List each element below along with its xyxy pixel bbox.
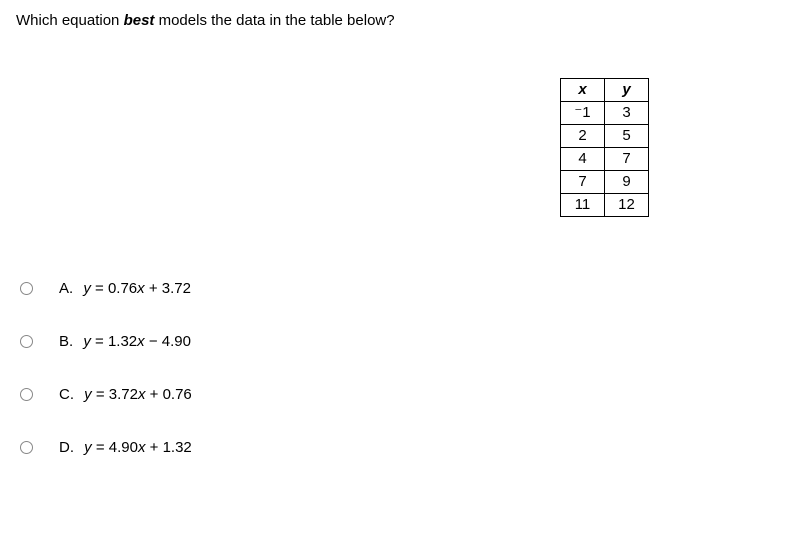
options-group: A. y = 0.76x + 3.72 B. y = 1.32x − 4.90 … <box>20 280 192 492</box>
option-d[interactable]: D. y = 4.90x + 1.32 <box>20 439 192 456</box>
equation: y = 3.72x + 0.76 <box>84 386 192 403</box>
cell-x: ⁻1 <box>561 102 605 125</box>
header-x: x <box>561 79 605 102</box>
radio-icon[interactable] <box>20 441 33 454</box>
option-a[interactable]: A. y = 0.76x + 3.72 <box>20 280 192 297</box>
option-letter: C. <box>59 386 74 403</box>
option-letter: D. <box>59 439 74 456</box>
cell-y: 7 <box>605 148 649 171</box>
cell-y: 9 <box>605 171 649 194</box>
cell-y: 3 <box>605 102 649 125</box>
option-label: A. y = 0.76x + 3.72 <box>59 280 191 297</box>
table-row: 7 9 <box>561 171 649 194</box>
option-label: B. y = 1.32x − 4.90 <box>59 333 191 350</box>
question-prefix: Which equation <box>16 12 124 29</box>
cell-x: 2 <box>561 125 605 148</box>
table-header-row: x y <box>561 79 649 102</box>
question-text: Which equation best models the data in t… <box>16 12 784 29</box>
option-label: D. y = 4.90x + 1.32 <box>59 439 192 456</box>
equation: y = 4.90x + 1.32 <box>84 439 192 456</box>
cell-x: 7 <box>561 171 605 194</box>
option-c[interactable]: C. y = 3.72x + 0.76 <box>20 386 192 403</box>
radio-icon[interactable] <box>20 282 33 295</box>
table-row: 2 5 <box>561 125 649 148</box>
table-row: ⁻1 3 <box>561 102 649 125</box>
equation: y = 1.32x − 4.90 <box>83 333 191 350</box>
data-table-wrap: x y ⁻1 3 2 5 4 7 7 9 11 12 <box>560 78 649 217</box>
cell-x: 4 <box>561 148 605 171</box>
question-emph: best <box>124 12 155 29</box>
radio-icon[interactable] <box>20 335 33 348</box>
table-row: 11 12 <box>561 194 649 217</box>
question-suffix: models the data in the table below? <box>154 12 394 29</box>
data-table: x y ⁻1 3 2 5 4 7 7 9 11 12 <box>560 78 649 217</box>
radio-icon[interactable] <box>20 388 33 401</box>
header-y: y <box>605 79 649 102</box>
cell-y: 5 <box>605 125 649 148</box>
cell-y: 12 <box>605 194 649 217</box>
table-row: 4 7 <box>561 148 649 171</box>
equation: y = 0.76x + 3.72 <box>83 280 191 297</box>
option-b[interactable]: B. y = 1.32x − 4.90 <box>20 333 192 350</box>
option-letter: B. <box>59 333 73 350</box>
option-label: C. y = 3.72x + 0.76 <box>59 386 192 403</box>
option-letter: A. <box>59 280 73 297</box>
cell-x: 11 <box>561 194 605 217</box>
